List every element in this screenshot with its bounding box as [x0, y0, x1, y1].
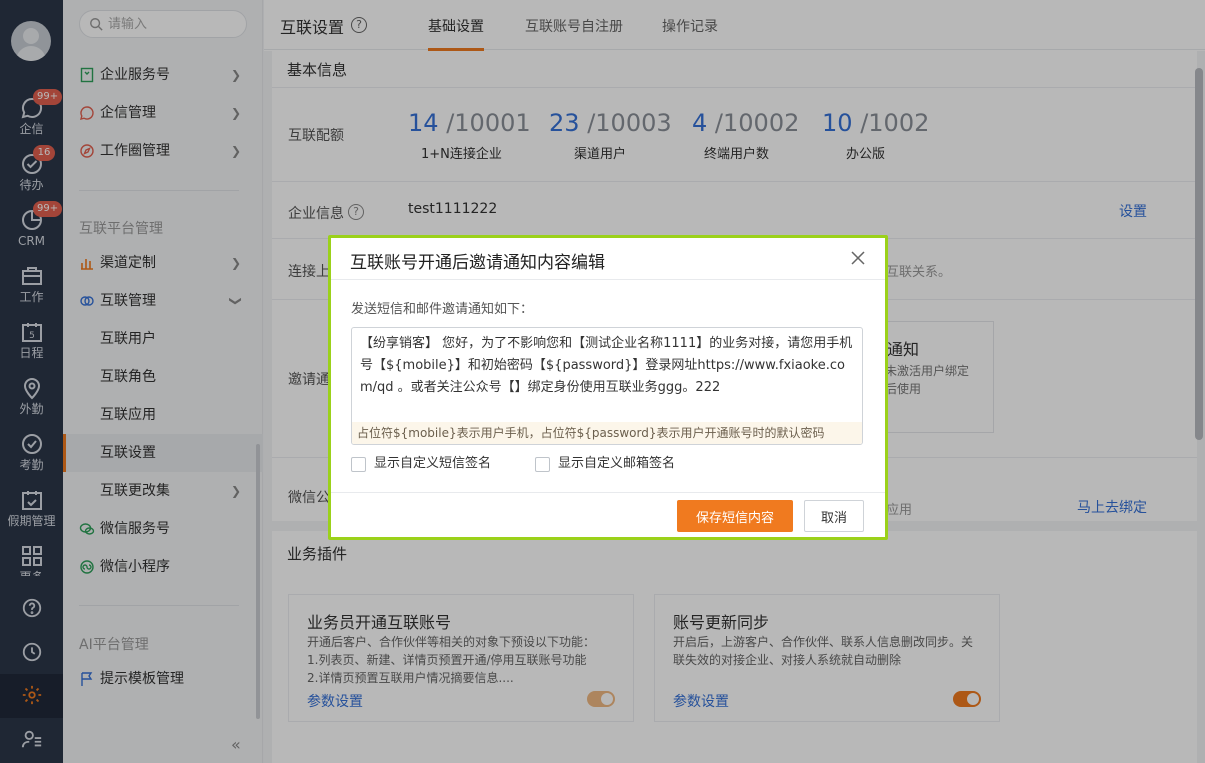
checkbox-box[interactable]: [535, 457, 550, 472]
close-icon[interactable]: [849, 249, 867, 267]
cancel-button[interactable]: 取消: [804, 500, 864, 532]
checkbox-box[interactable]: [351, 457, 366, 472]
dialog-intro: 发送短信和邮件邀请通知如下：: [351, 302, 534, 317]
notice-content-textarea[interactable]: 【纷享销客】 您好，为了不影响您和【测试企业名称1111】的业务对接，请您用手机…: [351, 327, 863, 445]
checkbox-label: 显示自定义邮箱签名: [558, 456, 676, 471]
dialog-title: 互联账号开通后邀请通知内容编辑: [350, 253, 605, 273]
invite-notice-dialog: 互联账号开通后邀请通知内容编辑 发送短信和邮件邀请通知如下： 【纷享销客】 您好…: [328, 235, 888, 540]
notice-content-text: 【纷享销客】 您好，为了不影响您和【测试企业名称1111】的业务对接，请您用手机…: [360, 336, 853, 395]
dialog-footer-divider: [331, 492, 885, 493]
placeholder-hint: 占位符${mobile}表示用户手机，占位符${password}表示用户开通账…: [352, 422, 862, 444]
save-sms-button[interactable]: 保存短信内容: [677, 500, 793, 532]
checkbox-label: 显示自定义短信签名: [374, 456, 492, 471]
dialog-header: 互联账号开通后邀请通知内容编辑: [331, 238, 885, 280]
